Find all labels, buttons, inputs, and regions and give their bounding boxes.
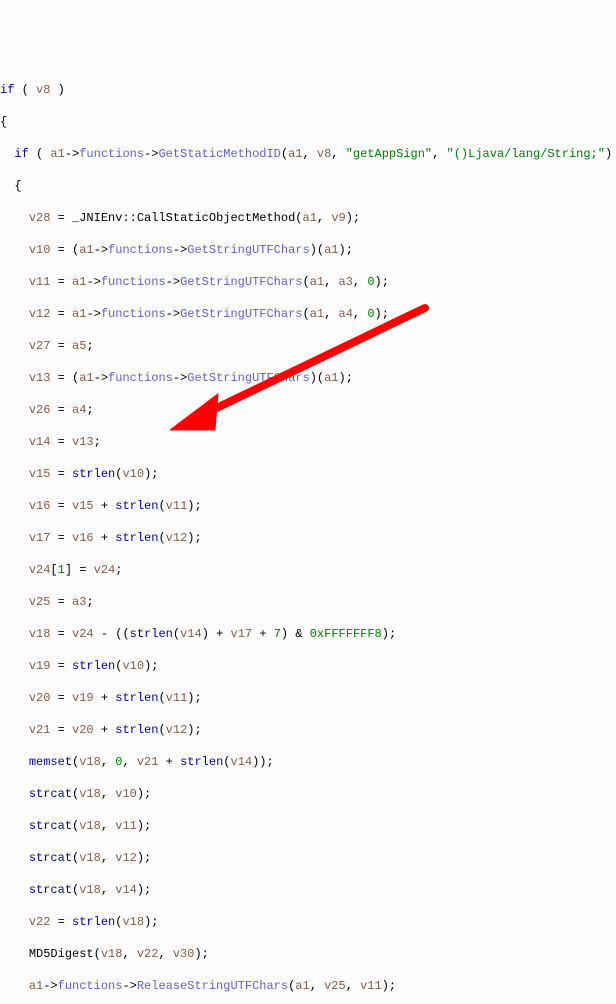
code-line: v26 = a4;	[0, 402, 616, 418]
code-line: v14 = v13;	[0, 434, 616, 450]
code-line: v19 = strlen(v10);	[0, 658, 616, 674]
code-line: v24[1] = v24;	[0, 562, 616, 578]
code-line: {	[0, 114, 616, 130]
code-line: strcat(v18, v12);	[0, 850, 616, 866]
code-line: MD5Digest(v18, v22, v30);	[0, 946, 616, 962]
code-line: v20 = v19 + strlen(v11);	[0, 690, 616, 706]
code-line: v11 = a1->functions->GetStringUTFChars(a…	[0, 274, 616, 290]
code-line: v10 = (a1->functions->GetStringUTFChars)…	[0, 242, 616, 258]
code-block: if ( v8 ) { if ( a1->functions->GetStati…	[0, 64, 616, 1004]
code-line: v18 = v24 - ((strlen(v14) + v17 + 7) & 0…	[0, 626, 616, 642]
code-line: v27 = a5;	[0, 338, 616, 354]
code-line: v28 = _JNIEnv::CallStaticObjectMethod(a1…	[0, 210, 616, 226]
code-line: v17 = v16 + strlen(v12);	[0, 530, 616, 546]
code-line: strcat(v18, v10);	[0, 786, 616, 802]
code-line: v21 = v20 + strlen(v12);	[0, 722, 616, 738]
code-line: strcat(v18, v11);	[0, 818, 616, 834]
code-line: memset(v18, 0, v21 + strlen(v14));	[0, 754, 616, 770]
code-line: v15 = strlen(v10);	[0, 466, 616, 482]
code-line: strcat(v18, v14);	[0, 882, 616, 898]
code-line: v13 = (a1->functions->GetStringUTFChars)…	[0, 370, 616, 386]
code-line: {	[0, 178, 616, 194]
code-line: v16 = v15 + strlen(v11);	[0, 498, 616, 514]
code-line: v22 = strlen(v18);	[0, 914, 616, 930]
code-line: if ( a1->functions->GetStaticMethodID(a1…	[0, 146, 616, 162]
code-line: if ( v8 )	[0, 82, 616, 98]
code-line: a1->functions->ReleaseStringUTFChars(a1,…	[0, 978, 616, 994]
code-line: v25 = a3;	[0, 594, 616, 610]
code-line: v12 = a1->functions->GetStringUTFChars(a…	[0, 306, 616, 322]
